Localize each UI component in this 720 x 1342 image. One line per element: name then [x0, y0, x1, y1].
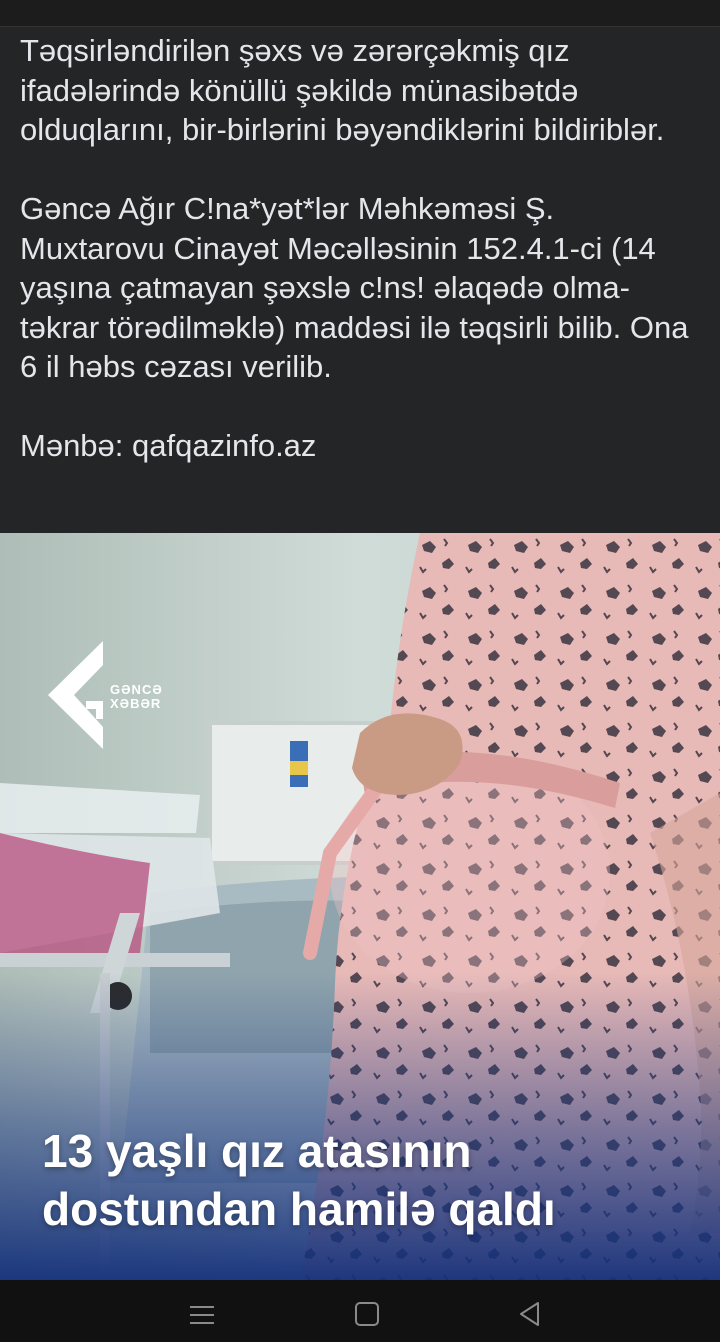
- paragraph-1: Təqsirləndirilən şəxs və zərərçəkmiş qız…: [20, 33, 665, 147]
- headline-line-2: dostundan hamilə qaldı: [42, 1183, 556, 1235]
- post-card: Təqsirləndirilən şəxs və zərərçəkmiş qız…: [0, 27, 720, 533]
- navigation-bar: [0, 1280, 720, 1342]
- post-text: Təqsirləndirilən şəxs və zərərçəkmiş qız…: [20, 31, 700, 466]
- status-bar: [0, 0, 720, 27]
- back-triangle-icon[interactable]: [514, 1298, 546, 1330]
- home-square-icon[interactable]: [351, 1298, 383, 1330]
- logo-line-1: GƏNCƏ: [110, 682, 163, 697]
- logo-line-2: XƏBƏR: [110, 696, 162, 711]
- paragraph-2: Gəncə Ağır C!na*yət*lər Məhkəməsi Ş. Mux…: [20, 191, 698, 384]
- image-headline: 13 yaşlı qız atasının dostundan hamilə q…: [42, 1122, 702, 1238]
- source-line: Mənbə: qafqazinfo.az: [20, 428, 317, 463]
- logo-text: GƏNCƏ XƏBƏR: [110, 683, 163, 711]
- menu-icon[interactable]: [186, 1298, 218, 1330]
- headline-line-1: 13 yaşlı qız atasının: [42, 1125, 472, 1177]
